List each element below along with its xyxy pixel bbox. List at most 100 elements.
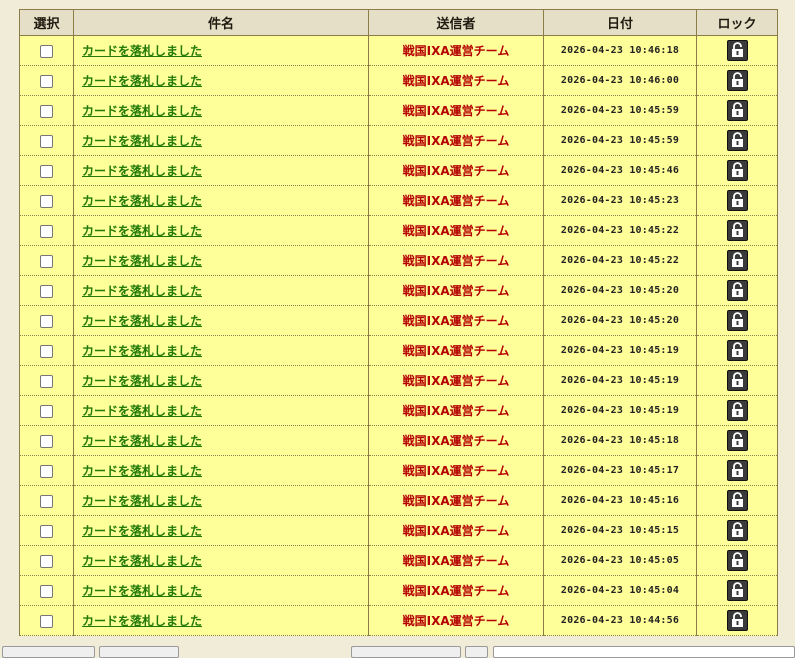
toolbar-button[interactable] xyxy=(351,646,461,658)
select-cell xyxy=(19,35,74,66)
select-cell xyxy=(19,515,74,546)
unlocked-padlock-icon[interactable] xyxy=(726,160,748,181)
select-cell xyxy=(19,485,74,516)
subject-cell: カードを落札しました xyxy=(73,185,369,216)
select-checkbox[interactable] xyxy=(40,315,53,328)
lock-cell xyxy=(696,125,778,156)
mail-list: 選択 件名 送信者 日付 ロック カードを落札しました 戦国IXA運営チーム 202… xyxy=(19,9,778,636)
subject-link[interactable]: カードを落札しました xyxy=(82,404,202,418)
unlocked-padlock-icon[interactable] xyxy=(726,130,748,151)
select-checkbox[interactable] xyxy=(40,75,53,88)
subject-link[interactable]: カードを落札しました xyxy=(82,374,202,388)
select-checkbox[interactable] xyxy=(40,525,53,538)
unlocked-padlock-icon[interactable] xyxy=(726,520,748,541)
sender-cell: 戦国IXA運営チーム xyxy=(368,485,544,516)
select-checkbox[interactable] xyxy=(40,615,53,628)
subject-link[interactable]: カードを落札しました xyxy=(82,524,202,538)
subject-link[interactable]: カードを落札しました xyxy=(82,134,202,148)
sender-cell: 戦国IXA運営チーム xyxy=(368,245,544,276)
subject-link[interactable]: カードを落札しました xyxy=(82,584,202,598)
select-checkbox[interactable] xyxy=(40,585,53,598)
subject-link[interactable]: カードを落札しました xyxy=(82,164,202,178)
lock-cell xyxy=(696,575,778,606)
select-checkbox[interactable] xyxy=(40,405,53,418)
select-checkbox[interactable] xyxy=(40,375,53,388)
unlocked-padlock-icon[interactable] xyxy=(726,340,748,361)
select-checkbox[interactable] xyxy=(40,225,53,238)
unlocked-padlock-icon[interactable] xyxy=(726,430,748,451)
sender-cell: 戦国IXA運営チーム xyxy=(368,545,544,576)
subject-cell: カードを落札しました xyxy=(73,485,369,516)
subject-link[interactable]: カードを落札しました xyxy=(82,74,202,88)
subject-link[interactable]: カードを落札しました xyxy=(82,224,202,238)
toolbar-input[interactable] xyxy=(493,646,795,658)
subject-link[interactable]: カードを落札しました xyxy=(82,344,202,358)
unlocked-padlock-icon[interactable] xyxy=(726,280,748,301)
subject-link[interactable]: カードを落札しました xyxy=(82,44,202,58)
unlocked-padlock-icon[interactable] xyxy=(726,580,748,601)
select-cell xyxy=(19,335,74,366)
select-checkbox[interactable] xyxy=(40,495,53,508)
unlocked-padlock-icon[interactable] xyxy=(726,250,748,271)
unlocked-padlock-icon[interactable] xyxy=(726,610,748,631)
select-checkbox[interactable] xyxy=(40,555,53,568)
subject-link[interactable]: カードを落札しました xyxy=(82,494,202,508)
sender-cell: 戦国IXA運営チーム xyxy=(368,395,544,426)
unlocked-padlock-icon[interactable] xyxy=(726,550,748,571)
select-checkbox[interactable] xyxy=(40,345,53,358)
unlocked-padlock-icon[interactable] xyxy=(726,370,748,391)
subject-cell: カードを落札しました xyxy=(73,215,369,246)
select-checkbox[interactable] xyxy=(40,435,53,448)
select-checkbox[interactable] xyxy=(40,465,53,478)
date-cell: 2026-04-23 10:45:22 xyxy=(543,215,697,246)
table-row: カードを落札しました 戦国IXA運営チーム 2026-04-23 10:45:04 xyxy=(19,575,778,606)
unlocked-padlock-icon[interactable] xyxy=(726,310,748,331)
subject-link[interactable]: カードを落札しました xyxy=(82,464,202,478)
date-cell: 2026-04-23 10:45:19 xyxy=(543,335,697,366)
header-row: 選択 件名 送信者 日付 ロック xyxy=(19,9,778,36)
unlocked-padlock-icon[interactable] xyxy=(726,400,748,421)
select-checkbox[interactable] xyxy=(40,135,53,148)
unlocked-padlock-icon[interactable] xyxy=(726,190,748,211)
subject-link[interactable]: カードを落札しました xyxy=(82,104,202,118)
select-checkbox[interactable] xyxy=(40,285,53,298)
toolbar-button[interactable] xyxy=(465,646,488,658)
unlocked-padlock-icon[interactable] xyxy=(726,460,748,481)
subject-link[interactable]: カードを落札しました xyxy=(82,314,202,328)
select-checkbox[interactable] xyxy=(40,255,53,268)
toolbar-button[interactable] xyxy=(99,646,179,658)
toolbar-button[interactable] xyxy=(2,646,95,658)
select-cell xyxy=(19,245,74,276)
select-checkbox[interactable] xyxy=(40,105,53,118)
table-row: カードを落札しました 戦国IXA運営チーム 2026-04-23 10:45:22 xyxy=(19,215,778,246)
sender-cell: 戦国IXA運営チーム xyxy=(368,305,544,336)
subject-link[interactable]: カードを落札しました xyxy=(82,284,202,298)
date-cell: 2026-04-23 10:46:18 xyxy=(543,35,697,66)
select-checkbox[interactable] xyxy=(40,165,53,178)
sender-cell: 戦国IXA運営チーム xyxy=(368,515,544,546)
sender-cell: 戦国IXA運営チーム xyxy=(368,335,544,366)
subject-link[interactable]: カードを落札しました xyxy=(82,194,202,208)
subject-link[interactable]: カードを落札しました xyxy=(82,254,202,268)
date-cell: 2026-04-23 10:45:20 xyxy=(543,275,697,306)
table-row: カードを落札しました 戦国IXA運営チーム 2026-04-23 10:45:46 xyxy=(19,155,778,186)
lock-cell xyxy=(696,95,778,126)
select-cell xyxy=(19,395,74,426)
unlocked-padlock-icon[interactable] xyxy=(726,100,748,121)
subject-link[interactable]: カードを落札しました xyxy=(82,434,202,448)
subject-cell: カードを落札しました xyxy=(73,305,369,336)
sender-cell: 戦国IXA運営チーム xyxy=(368,425,544,456)
subject-link[interactable]: カードを落札しました xyxy=(82,614,202,628)
unlocked-padlock-icon[interactable] xyxy=(726,40,748,61)
unlocked-padlock-icon[interactable] xyxy=(726,70,748,91)
unlocked-padlock-icon[interactable] xyxy=(726,490,748,511)
table-row: カードを落札しました 戦国IXA運営チーム 2026-04-23 10:44:56 xyxy=(19,605,778,636)
select-cell xyxy=(19,455,74,486)
unlocked-padlock-icon[interactable] xyxy=(726,220,748,241)
table-row: カードを落札しました 戦国IXA運営チーム 2026-04-23 10:45:23 xyxy=(19,185,778,216)
subject-link[interactable]: カードを落札しました xyxy=(82,554,202,568)
select-checkbox[interactable] xyxy=(40,45,53,58)
select-checkbox[interactable] xyxy=(40,195,53,208)
mail-table: 選択 件名 送信者 日付 ロック カードを落札しました 戦国IXA運営チーム 202… xyxy=(19,9,778,636)
subject-cell: カードを落札しました xyxy=(73,95,369,126)
